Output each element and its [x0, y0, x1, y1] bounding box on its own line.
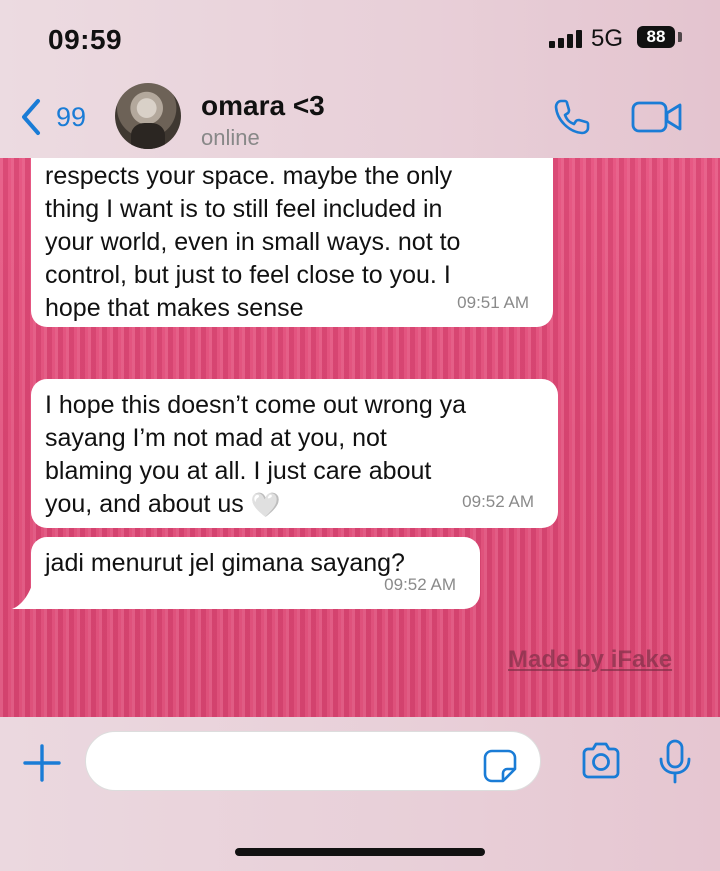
white-heart-emoji: 🤍 — [250, 491, 281, 519]
message-bubble[interactable]: jadi menurut jel gimana sayang? 09:52 AM — [31, 537, 480, 609]
chat-header: 99 omara <3 online — [0, 80, 720, 158]
sticker-icon[interactable] — [482, 748, 518, 784]
battery-icon: 88 — [637, 26, 675, 48]
video-call-icon[interactable] — [631, 100, 683, 134]
message-text: about what I feel, in a way that still r… — [45, 162, 461, 322]
contact-status: online — [201, 125, 260, 150]
plus-icon[interactable] — [22, 743, 62, 783]
message-bubble[interactable]: I hope this doesn’t come out wrong ya sa… — [31, 379, 558, 528]
message-input[interactable] — [85, 731, 541, 791]
message-text: jadi menurut jel gimana sayang? — [45, 549, 405, 577]
home-indicator[interactable] — [235, 848, 485, 856]
message-time: 09:52 AM — [462, 492, 534, 511]
back-button[interactable]: 99 — [18, 97, 86, 137]
phone-icon[interactable] — [553, 98, 591, 136]
avatar[interactable] — [115, 83, 181, 149]
message-time: 09:52 AM — [384, 575, 456, 594]
network-type: 5G — [591, 25, 624, 52]
message-bubble[interactable]: about what I feel, in a way that still r… — [31, 158, 553, 327]
camera-icon[interactable] — [580, 741, 622, 781]
signal-strength-icon — [549, 30, 583, 48]
microphone-icon[interactable] — [656, 739, 694, 785]
watermark: Made by iFake — [508, 646, 673, 673]
message-time: 09:51 AM — [457, 293, 529, 312]
status-bar: 09:59 5G 88 — [0, 0, 720, 80]
chat-area[interactable]: about what I feel, in a way that still r… — [0, 158, 720, 717]
battery-cap — [678, 32, 682, 42]
input-bar — [0, 717, 720, 871]
chevron-left-icon — [22, 99, 40, 135]
unread-count: 99 — [56, 101, 87, 132]
message-text: I hope this doesn’t come out wrong ya sa… — [45, 389, 466, 522]
contact-name[interactable]: omara <3 — [201, 90, 325, 122]
status-time: 09:59 — [48, 24, 123, 55]
